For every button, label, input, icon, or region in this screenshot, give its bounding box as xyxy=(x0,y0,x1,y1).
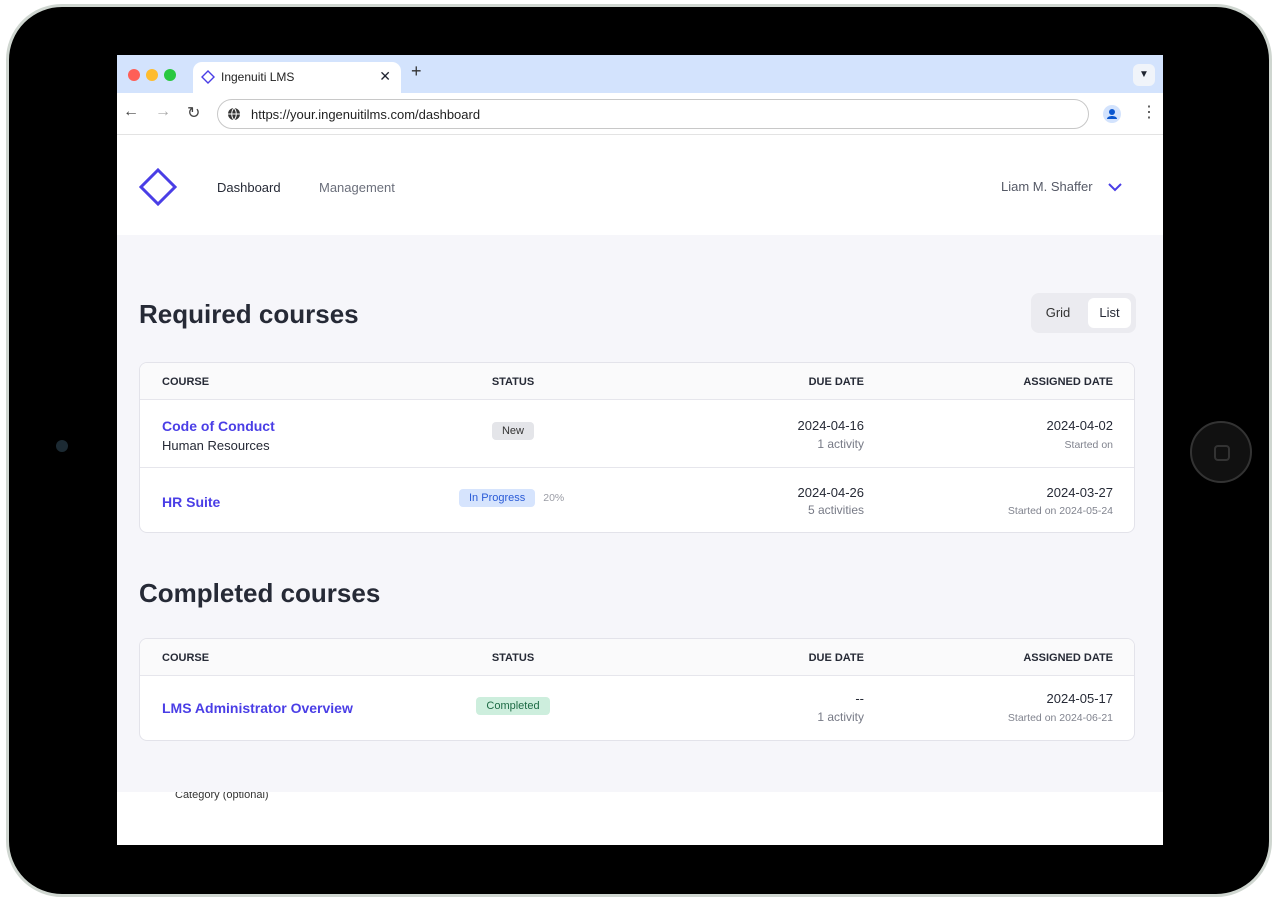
grid-view-button[interactable]: Grid xyxy=(1035,298,1081,328)
course-link[interactable]: HR Suite xyxy=(162,494,220,510)
globe-icon xyxy=(228,107,240,121)
logo-icon xyxy=(201,70,215,84)
table-row[interactable]: Code of Conduct Human Resources New 2024… xyxy=(140,399,1134,467)
nav-management[interactable]: Management xyxy=(319,180,395,195)
maximize-window-button[interactable] xyxy=(164,69,176,81)
table-header: COURSE STATUS DUE DATE ASSIGNED DATE xyxy=(140,363,1134,399)
col-course: COURSE xyxy=(162,652,210,664)
required-courses-table: COURSE STATUS DUE DATE ASSIGNED DATE Cod… xyxy=(139,362,1135,533)
camera-icon xyxy=(56,440,68,452)
view-toggle: Grid List xyxy=(1031,293,1136,333)
activity-count: 5 activities xyxy=(807,503,864,517)
status-badge: Completed xyxy=(476,697,550,715)
started-on: Started on 2024-05-24 xyxy=(1007,505,1113,517)
col-course: COURSE xyxy=(162,376,210,388)
table-header: COURSE STATUS DUE DATE ASSIGNED DATE xyxy=(140,639,1134,675)
address-row: ← → ↻ https://your.ingenuitilms.com/dash… xyxy=(117,93,1163,135)
assigned-date: 2024-03-27 xyxy=(1046,485,1114,500)
assigned-date: 2024-04-02 xyxy=(1046,418,1114,433)
tab-bar: Ingenuiti LMS ✕ + ▼ xyxy=(117,55,1163,93)
profile-icon[interactable] xyxy=(1103,105,1121,123)
activity-count: 1 activity xyxy=(817,710,864,724)
browser-window: Ingenuiti LMS ✕ + ▼ ← → ↻ https://your.i… xyxy=(117,55,1163,845)
tab-title: Ingenuiti LMS xyxy=(221,70,295,84)
address-bar[interactable]: https://your.ingenuitilms.com/dashboard xyxy=(217,99,1089,129)
app-header: Dashboard Management Liam M. Shaffer xyxy=(117,136,1163,235)
minimize-window-button[interactable] xyxy=(146,69,158,81)
reload-icon[interactable]: ↻ xyxy=(187,103,200,123)
close-window-button[interactable] xyxy=(128,69,140,81)
completed-courses-table: COURSE STATUS DUE DATE ASSIGNED DATE LMS… xyxy=(139,638,1135,741)
course-link[interactable]: LMS Administrator Overview xyxy=(162,700,353,716)
due-date: 2024-04-26 xyxy=(797,485,865,500)
started-on: Started on 2024-06-21 xyxy=(1007,712,1113,724)
col-status: STATUS xyxy=(491,652,535,664)
assigned-date: 2024-05-17 xyxy=(1046,691,1114,706)
col-status: STATUS xyxy=(491,376,535,388)
col-assigned-date: ASSIGNED DATE xyxy=(1023,652,1113,664)
started-on: Started on xyxy=(1064,439,1113,451)
required-courses-heading: Required courses xyxy=(139,299,359,329)
table-row[interactable]: LMS Administrator Overview Completed -- … xyxy=(140,675,1134,740)
course-category: Human Resources xyxy=(162,438,270,453)
back-icon[interactable]: ← xyxy=(123,103,139,121)
col-due-date: DUE DATE xyxy=(808,652,864,664)
col-assigned-date: ASSIGNED DATE xyxy=(1023,376,1113,388)
home-button[interactable] xyxy=(1190,421,1252,483)
close-tab-icon[interactable]: ✕ xyxy=(379,68,391,85)
status-badge: In Progress xyxy=(459,489,536,507)
activity-count: 1 activity xyxy=(817,437,864,451)
course-link[interactable]: Code of Conduct xyxy=(162,418,275,434)
col-due-date: DUE DATE xyxy=(808,376,864,388)
app-logo[interactable] xyxy=(139,168,177,206)
browser-tab[interactable]: Ingenuiti LMS ✕ xyxy=(193,62,401,93)
due-date: 2024-04-16 xyxy=(797,418,865,433)
chevron-down-icon[interactable] xyxy=(1107,181,1123,193)
table-row[interactable]: HR Suite In Progress 20% 2024-04-26 5 act… xyxy=(140,467,1134,532)
due-date: -- xyxy=(855,691,864,706)
status-badge: New xyxy=(491,422,534,440)
tab-search-chevron-icon[interactable]: ▼ xyxy=(1133,64,1155,86)
url-text: https://your.ingenuitilms.com/dashboard xyxy=(251,107,481,122)
progress-percent: 20% xyxy=(543,492,565,504)
forward-icon[interactable]: → xyxy=(155,103,171,121)
main-content: Required courses Grid List COURSE STATUS… xyxy=(117,235,1163,792)
completed-courses-heading: Completed courses xyxy=(139,578,381,608)
user-menu[interactable]: Liam M. Shaffer xyxy=(1001,179,1093,194)
list-view-button[interactable]: List xyxy=(1088,298,1131,328)
nav-dashboard[interactable]: Dashboard xyxy=(217,180,281,195)
more-menu-icon[interactable]: ⋮ xyxy=(1141,102,1157,122)
new-tab-button[interactable]: + xyxy=(411,61,422,82)
